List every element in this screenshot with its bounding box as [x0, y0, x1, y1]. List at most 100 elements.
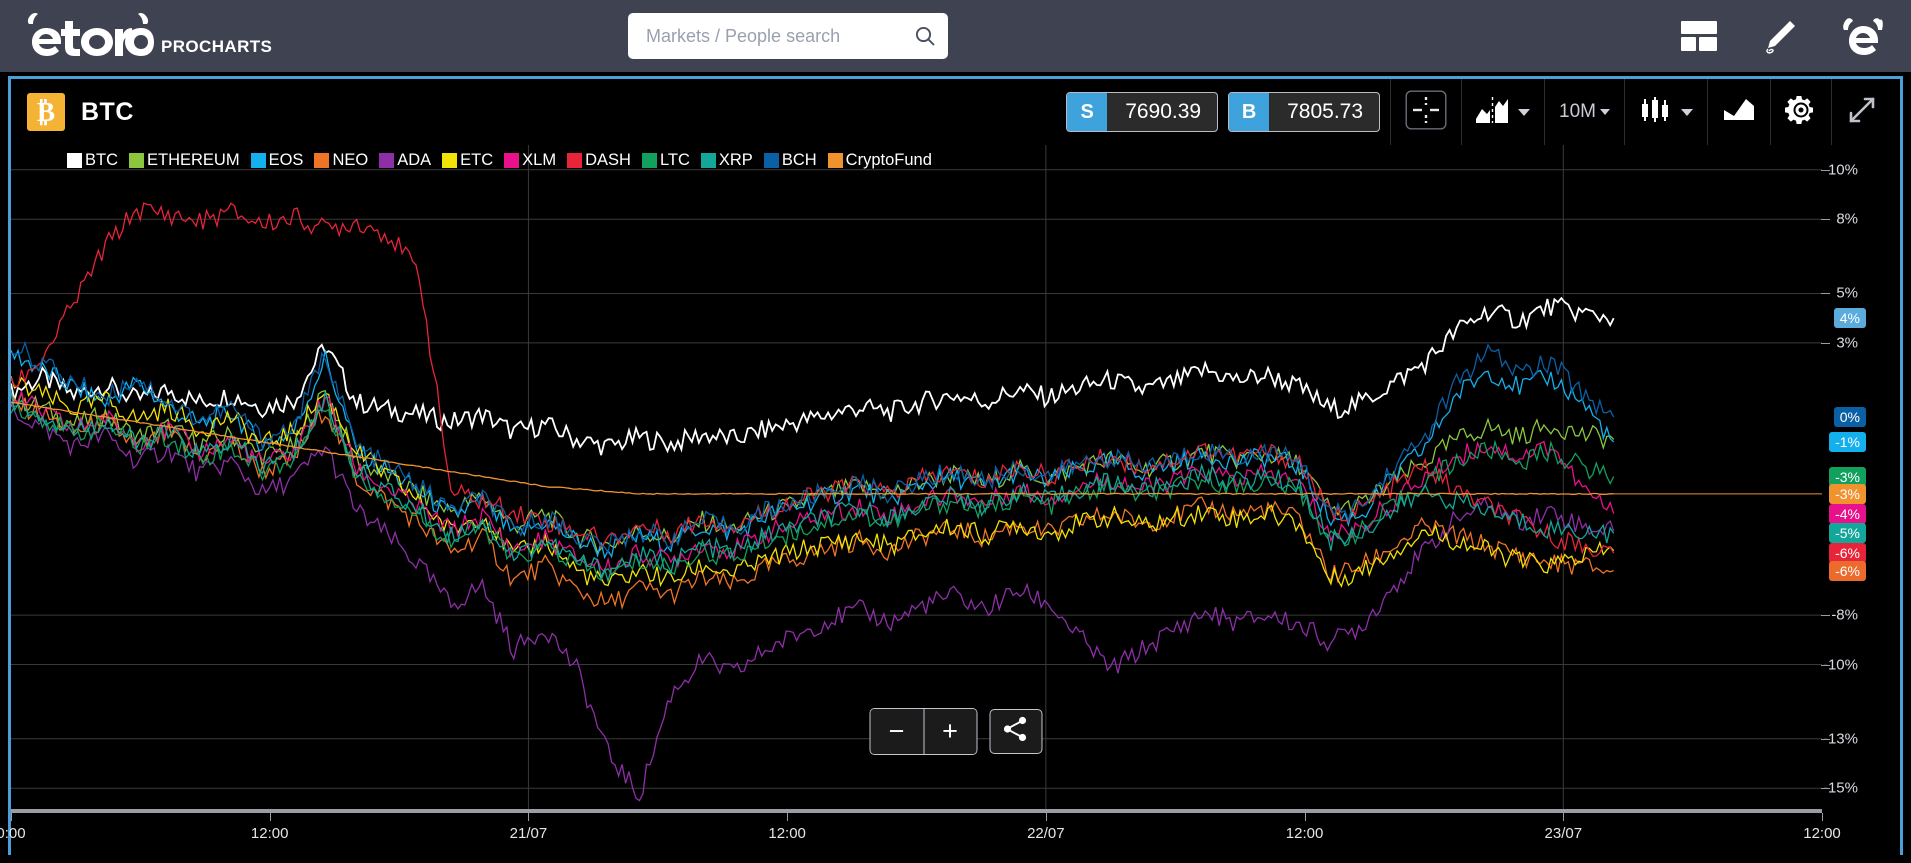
y-axis-tick-mark	[1821, 170, 1830, 171]
indicators-icon	[1722, 96, 1756, 129]
chart-toolbar: ₿ BTC S 7690.39 B 7805.73	[11, 79, 1900, 145]
layout-grid-icon[interactable]	[1681, 21, 1717, 51]
sell-price-button[interactable]: S 7690.39	[1066, 92, 1218, 132]
legend-swatch	[314, 153, 329, 168]
x-axis-tick: 22/07	[1027, 825, 1065, 842]
x-axis-tick: 12:00	[1286, 825, 1324, 842]
crosshair-button[interactable]	[1390, 79, 1461, 145]
legend-item-cryptofund[interactable]: CryptoFund	[828, 151, 932, 170]
x-axis-tick-mark	[270, 813, 271, 821]
symbol-name: BTC	[81, 98, 134, 127]
x-axis-tick-mark	[11, 813, 12, 821]
settings-button[interactable]	[1770, 79, 1831, 145]
symbol-selector[interactable]: ₿ BTC	[27, 93, 134, 131]
x-axis-tick-mark	[528, 813, 529, 821]
x-axis: 0:0012:0021/0712:0022/0712:0023/0712:00	[11, 813, 1822, 855]
price-badge: -1%	[1829, 432, 1866, 452]
chevron-down-icon	[1681, 109, 1693, 116]
nav-right-icons	[1681, 0, 1897, 72]
x-axis-tick-mark	[1046, 813, 1047, 821]
x-axis-tick-mark	[1563, 813, 1564, 821]
y-axis-tick-mark	[1821, 615, 1830, 616]
legend-item-ada[interactable]: ADA	[379, 151, 431, 170]
price-badge: -5%	[1829, 523, 1866, 543]
legend-swatch	[828, 153, 843, 168]
brand[interactable]: PROCHARTS	[22, 11, 272, 62]
chart-panel: ₿ BTC S 7690.39 B 7805.73	[8, 76, 1903, 855]
y-axis: 10%8%5%3%-8%-10%-13%-15%4%0%-1%-3%-3%-4%…	[1822, 145, 1900, 813]
y-axis-tick: 3%	[1836, 334, 1858, 351]
y-axis-tick-mark	[1821, 293, 1830, 294]
legend-item-dash[interactable]: DASH	[567, 151, 631, 170]
legend-label: CryptoFund	[846, 151, 932, 170]
legend-item-btc[interactable]: BTC	[67, 151, 118, 170]
series-line-cryptofund	[11, 402, 1614, 494]
zoom-in-button[interactable]: +	[923, 709, 976, 754]
indicators-button[interactable]	[1707, 79, 1770, 145]
chart-body: BTC ETHEREUM EOS NEO ADA ETC XLM DASH LTC XRP BCH C…	[11, 145, 1900, 855]
share-icon	[1003, 716, 1029, 747]
legend-label: EOS	[269, 151, 304, 170]
price-badge: -3%	[1829, 484, 1866, 504]
buy-price-button[interactable]: B 7805.73	[1228, 92, 1380, 132]
legend-swatch	[379, 153, 394, 168]
legend-label: NEO	[332, 151, 368, 170]
toolbar-right: S 7690.39 B 7805.73	[1066, 79, 1900, 145]
chart-legend: BTC ETHEREUM EOS NEO ADA ETC XLM DASH LTC XRP BCH C…	[67, 151, 943, 170]
legend-item-ethereum[interactable]: ETHEREUM	[129, 151, 240, 170]
x-axis-tick: 12:00	[251, 825, 289, 842]
brand-subtitle: PROCHARTS	[161, 37, 272, 57]
buy-tag: B	[1229, 93, 1269, 131]
price-badge: -4%	[1829, 504, 1866, 524]
legend-label: ETHEREUM	[147, 151, 240, 170]
y-axis-tick: 10%	[1828, 161, 1858, 178]
legend-swatch	[642, 153, 657, 168]
zoom-button-group: − +	[869, 708, 977, 755]
etoro-e-icon[interactable]	[1841, 16, 1885, 56]
y-axis-tick-mark	[1821, 739, 1830, 740]
legend-item-xlm[interactable]: XLM	[504, 151, 556, 170]
price-badge: -6%	[1829, 561, 1866, 581]
legend-item-xrp[interactable]: XRP	[701, 151, 753, 170]
search-box[interactable]	[628, 13, 948, 59]
fullscreen-button[interactable]	[1831, 79, 1900, 145]
candlestick-style-button[interactable]	[1624, 79, 1707, 145]
legend-swatch	[567, 153, 582, 168]
legend-label: LTC	[660, 151, 690, 170]
sell-price: 7690.39	[1107, 100, 1217, 124]
timeframe-button[interactable]: 10M	[1544, 79, 1624, 145]
legend-item-neo[interactable]: NEO	[314, 151, 368, 170]
share-button[interactable]	[989, 709, 1042, 754]
gear-icon	[1785, 94, 1817, 131]
x-axis-tick: 12:00	[768, 825, 806, 842]
series-line-etc	[11, 376, 1614, 586]
chart-type-button[interactable]	[1461, 79, 1544, 145]
search-icon[interactable]	[902, 24, 948, 48]
y-axis-tick-mark	[1821, 788, 1830, 789]
top-navigation-bar: PROCHARTS	[0, 0, 1911, 72]
search-input[interactable]	[628, 26, 902, 47]
legend-label: DASH	[585, 151, 631, 170]
x-axis-tick-mark	[1305, 813, 1306, 821]
legend-swatch	[764, 153, 779, 168]
x-axis-tick: 0:00	[0, 825, 26, 842]
expand-icon	[1846, 94, 1878, 131]
legend-item-etc[interactable]: ETC	[442, 151, 493, 170]
y-axis-tick: 8%	[1836, 211, 1858, 228]
chevron-down-icon	[1600, 109, 1610, 115]
chart-bottom-controls: − +	[869, 708, 1042, 755]
zoom-out-button[interactable]: −	[870, 709, 923, 754]
pencil-icon[interactable]	[1759, 16, 1799, 56]
legend-label: BTC	[85, 151, 118, 170]
y-axis-tick-mark	[1821, 219, 1830, 220]
legend-swatch	[67, 153, 82, 168]
candlestick-icon	[1639, 96, 1673, 129]
y-axis-tick-mark	[1821, 665, 1830, 666]
legend-item-bch[interactable]: BCH	[764, 151, 817, 170]
legend-swatch	[129, 153, 144, 168]
legend-item-ltc[interactable]: LTC	[642, 151, 690, 170]
legend-item-eos[interactable]: EOS	[251, 151, 304, 170]
etoro-bull-logo-icon	[22, 11, 154, 62]
legend-label: XRP	[719, 151, 753, 170]
series-line-btc	[11, 298, 1614, 455]
